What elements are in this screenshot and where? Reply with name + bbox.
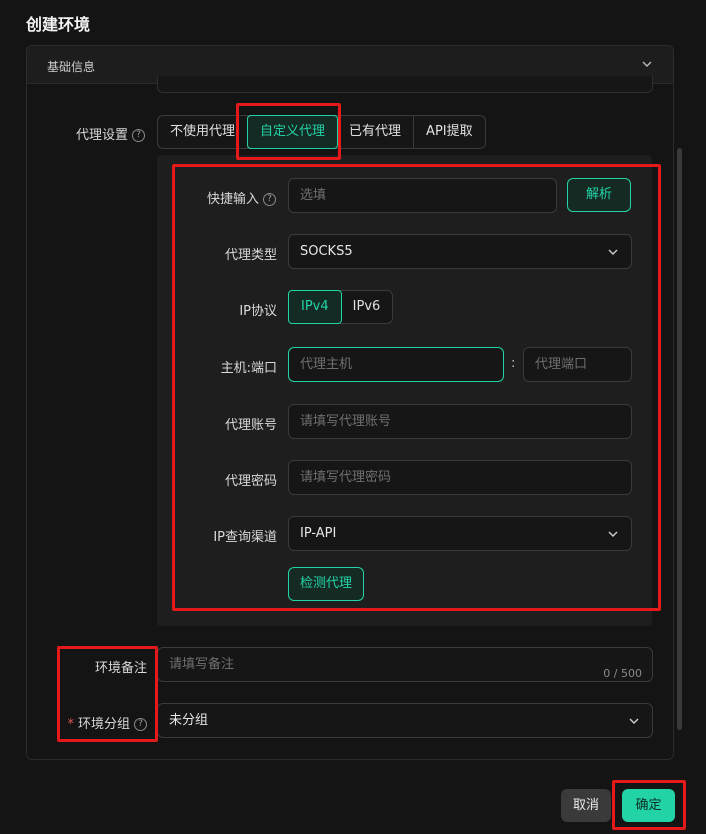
host-port-separator: :	[511, 356, 516, 371]
section-label: 基础信息	[47, 60, 96, 74]
dialog-title: 创建环境	[26, 15, 91, 34]
proxy-account-label: 代理账号	[224, 418, 277, 433]
proxy-option-custom[interactable]: 自定义代理	[247, 115, 339, 149]
ip-protocol-segment: IPv4 IPv6	[288, 290, 394, 324]
chevron-down-icon[interactable]	[641, 58, 653, 70]
check-proxy-button[interactable]: 检测代理	[288, 567, 364, 601]
remark-counter: 0 / 500	[603, 667, 642, 680]
proxy-option-existing[interactable]: 已有代理	[337, 116, 415, 148]
proxy-type-value: SOCKS5	[300, 244, 353, 259]
host-port-label: 主机:端口	[220, 361, 277, 376]
ipv6-option[interactable]: IPv6	[341, 291, 393, 323]
group-label-text: 环境分组	[77, 717, 130, 732]
group-label: * 环境分组?	[60, 713, 147, 732]
proxy-settings-label: 代理设置?	[60, 124, 145, 143]
ip-channel-value: IP-API	[300, 526, 337, 541]
remark-placeholder: 请填写备注	[169, 657, 235, 672]
quick-input-label: 快捷输入?	[180, 188, 276, 207]
proxy-port-input[interactable]: 代理端口	[523, 347, 632, 382]
cancel-button[interactable]: 取消	[561, 789, 611, 822]
help-icon[interactable]: ?	[263, 193, 276, 206]
help-icon[interactable]: ?	[132, 129, 145, 142]
scrollbar[interactable]	[677, 148, 682, 730]
remark-input[interactable]: 请填写备注 0 / 500	[157, 647, 653, 682]
ip-channel-select[interactable]: IP-API	[288, 516, 632, 551]
proxy-type-select[interactable]: SOCKS5	[288, 234, 632, 269]
proxy-account-input[interactable]: 请填写代理账号	[288, 404, 632, 439]
confirm-button[interactable]: 确定	[622, 789, 675, 822]
proxy-password-label: 代理密码	[224, 474, 277, 489]
proxy-option-api[interactable]: API提取	[414, 116, 485, 148]
required-mark: *	[67, 717, 74, 732]
quick-input-label-text: 快捷输入	[206, 192, 259, 207]
custom-proxy-panel	[157, 155, 652, 626]
remark-label: 环境备注	[94, 661, 147, 676]
ip-channel-label: IP查询渠道	[213, 530, 277, 545]
proxy-option-none[interactable]: 不使用代理	[158, 116, 249, 148]
help-icon[interactable]: ?	[134, 718, 147, 731]
chevron-down-icon	[608, 249, 618, 255]
parse-button[interactable]: 解析	[567, 178, 631, 212]
proxy-host-input[interactable]: 代理主机	[288, 347, 504, 382]
proxy-password-input[interactable]: 请填写代理密码	[288, 460, 632, 495]
previous-field-input[interactable]	[157, 76, 653, 93]
group-select[interactable]: 未分组	[157, 703, 653, 738]
ip-protocol-label: IP协议	[239, 304, 277, 319]
group-value: 未分组	[169, 713, 209, 728]
proxy-type-label: 代理类型	[224, 248, 277, 263]
proxy-settings-label-text: 代理设置	[75, 128, 128, 143]
quick-input-field[interactable]: 选填	[288, 178, 557, 213]
chevron-down-icon	[608, 531, 618, 537]
ipv4-option[interactable]: IPv4	[288, 290, 342, 324]
proxy-mode-segment: 不使用代理 自定义代理 已有代理 API提取	[157, 115, 486, 149]
chevron-down-icon	[629, 718, 639, 724]
